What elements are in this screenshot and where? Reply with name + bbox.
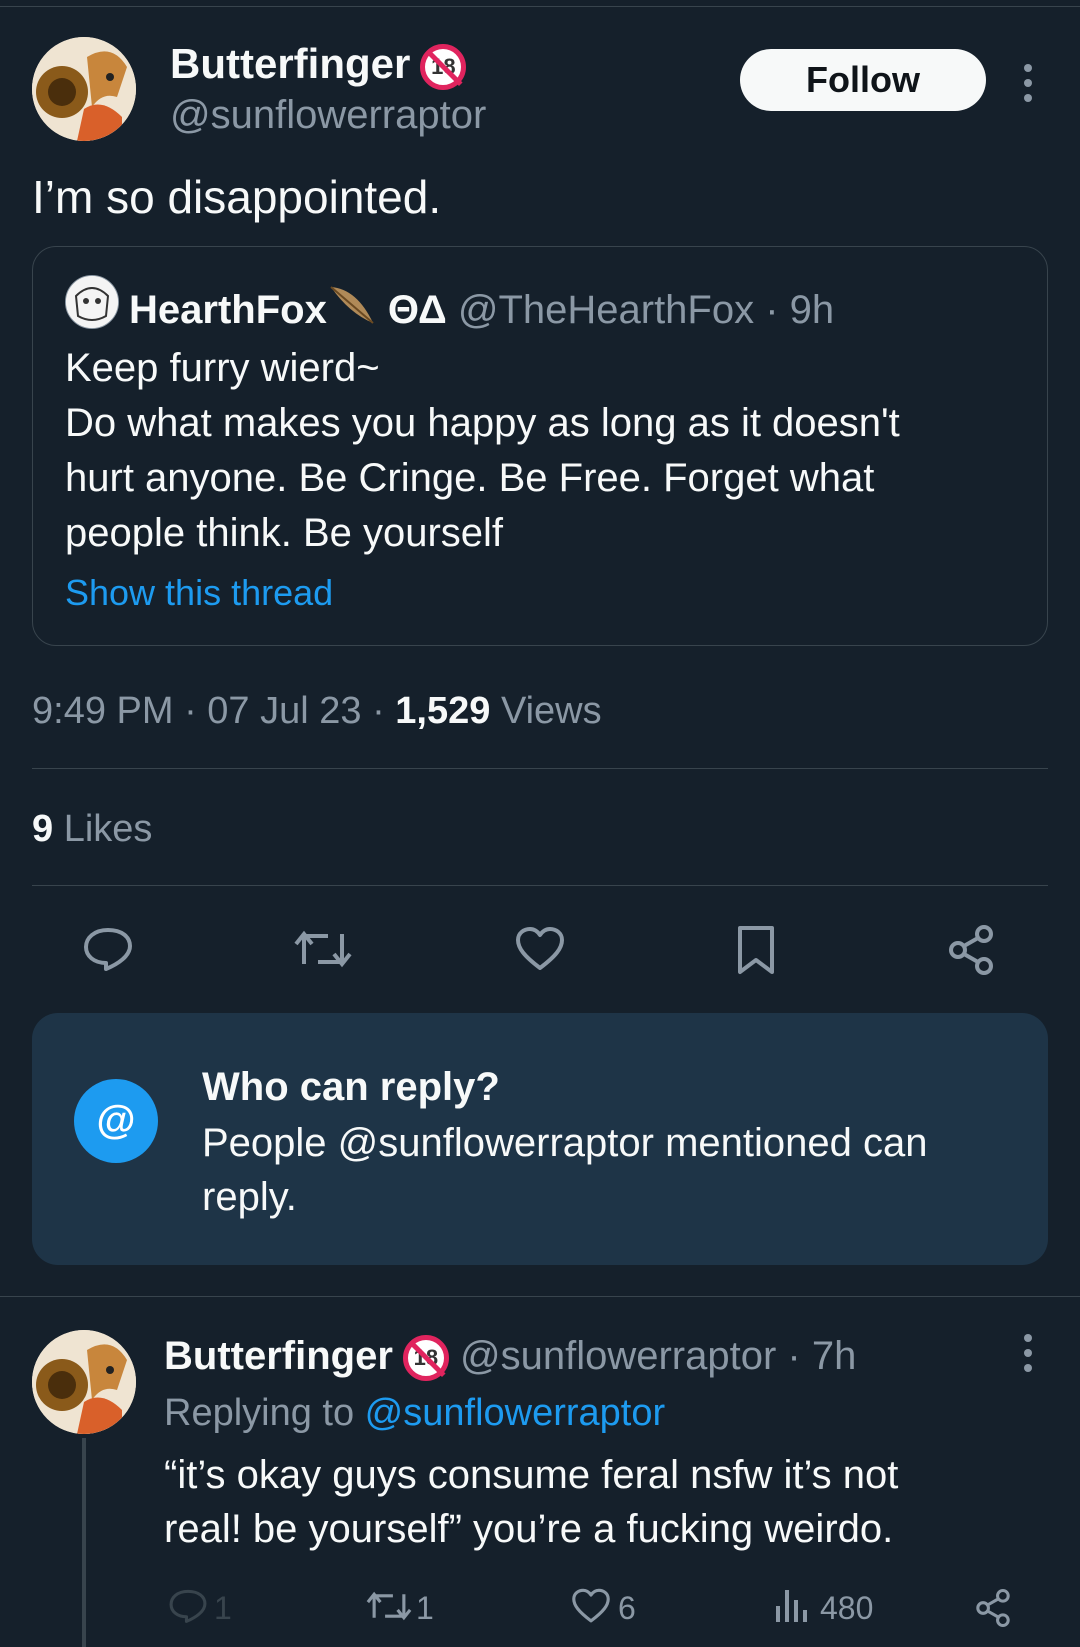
reply-more-options-icon[interactable] bbox=[1024, 1334, 1032, 1379]
reply-reply-count: 1 bbox=[214, 1590, 232, 1626]
more-options-icon[interactable] bbox=[1024, 64, 1032, 109]
reply-text-line-1: “it’s okay guys consume feral nsfw it’s … bbox=[164, 1453, 899, 1497]
follow-button[interactable]: Follow bbox=[740, 49, 986, 111]
reply-reply-icon[interactable] bbox=[168, 1588, 208, 1629]
replying-to-handle[interactable]: @sunflowerraptor bbox=[365, 1392, 665, 1434]
tweet-timestamp[interactable]: 9:49 PM · 07 Jul 23 · bbox=[32, 690, 395, 732]
likes-label: Likes bbox=[53, 808, 153, 850]
quoted-text-line-2: Do what makes you happy as long as it do… bbox=[65, 401, 900, 445]
reply-retweet-icon[interactable] bbox=[366, 1588, 412, 1629]
who-can-reply-title: Who can reply? bbox=[202, 1065, 500, 1109]
retweet-icon[interactable] bbox=[294, 926, 352, 977]
quoted-text-line-4: people think. Be yourself bbox=[65, 511, 504, 555]
quoted-text-line-3: hurt anyone. Be Cringe. Be Free. Forget … bbox=[65, 456, 875, 500]
reply-section-divider bbox=[0, 1296, 1080, 1297]
author-name[interactable]: Butterfinger bbox=[170, 40, 410, 87]
reply-view-count: 480 bbox=[820, 1590, 874, 1626]
reply-text-line-2: real! be yourself” you’re a fucking weir… bbox=[164, 1507, 894, 1551]
who-can-reply-line-1: People @sunflowerraptor mentioned can bbox=[202, 1121, 928, 1165]
like-icon[interactable] bbox=[514, 926, 566, 977]
reply-header: Butterfinger 18 @sunflowerraptor · 7h bbox=[164, 1334, 856, 1382]
mention-icon: @ bbox=[74, 1079, 158, 1163]
reply-views-icon[interactable] bbox=[774, 1588, 810, 1629]
who-can-reply-line-2: reply. bbox=[202, 1175, 297, 1219]
views-count: 1,529 bbox=[395, 690, 491, 732]
likes-divider bbox=[32, 885, 1048, 886]
show-thread-link[interactable]: Show this thread bbox=[65, 572, 333, 614]
views-label: Views bbox=[490, 690, 602, 732]
reply-author-name[interactable]: Butterfinger bbox=[164, 1334, 393, 1378]
who-can-reply-card: @ Who can reply? People @sunflowerraptor… bbox=[32, 1013, 1048, 1265]
quoted-tweet[interactable]: HearthFox ΘΔ @TheHearthFox · 9h Keep fur… bbox=[32, 246, 1048, 646]
quoted-author-avatar[interactable] bbox=[65, 275, 119, 329]
quoted-author-row: HearthFox ΘΔ @TheHearthFox · 9h bbox=[129, 283, 834, 333]
quoted-author-handle: @TheHearthFox · 9h bbox=[446, 288, 835, 332]
reply-author-handle[interactable]: @sunflowerraptor · 7h bbox=[449, 1334, 856, 1378]
author-handle[interactable]: @sunflowerraptor bbox=[170, 93, 486, 138]
bookmark-icon[interactable] bbox=[736, 924, 776, 981]
quoted-author-name[interactable]: HearthFox bbox=[129, 288, 327, 332]
top-divider bbox=[0, 6, 1080, 7]
replying-to: Replying to @sunflowerraptor bbox=[164, 1392, 665, 1435]
meta-divider bbox=[32, 768, 1048, 769]
reply-author-avatar[interactable] bbox=[32, 1330, 136, 1434]
tweet-meta: 9:49 PM · 07 Jul 23 · 1,529 Views bbox=[32, 690, 602, 733]
reply-icon[interactable] bbox=[82, 926, 134, 977]
likes-count: 9 bbox=[32, 808, 54, 850]
quoted-text-line-1: Keep furry wierd~ bbox=[65, 346, 380, 390]
reply-retweet-count: 1 bbox=[416, 1590, 434, 1626]
nsfw-18-badge-icon: 18 bbox=[420, 43, 467, 90]
author-avatar[interactable] bbox=[32, 37, 136, 141]
share-icon[interactable] bbox=[946, 924, 996, 981]
author-name-row[interactable]: Butterfinger 18 bbox=[170, 40, 467, 90]
tweet-text: I’m so disappointed. bbox=[32, 171, 442, 223]
reply-like-icon[interactable] bbox=[570, 1588, 612, 1629]
reply-share-icon[interactable] bbox=[974, 1588, 1012, 1633]
thread-line bbox=[82, 1438, 86, 1647]
nsfw-18-badge-icon: 18 bbox=[402, 1335, 449, 1382]
reply-like-count: 6 bbox=[618, 1590, 636, 1626]
quoted-author-extra: ΘΔ bbox=[376, 288, 447, 332]
replying-to-prefix: Replying to bbox=[164, 1392, 365, 1434]
feather-icon bbox=[327, 286, 377, 332]
likes-stat[interactable]: 9 Likes bbox=[32, 808, 152, 851]
